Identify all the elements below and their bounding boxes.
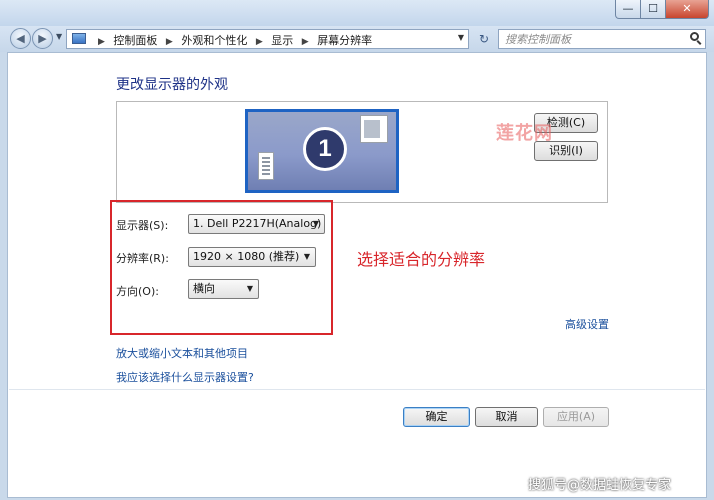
apply-button[interactable]: 应用(A): [543, 407, 609, 427]
search-input[interactable]: [505, 32, 680, 46]
resolution-select[interactable]: 1920 × 1080 (推荐) ▼: [188, 247, 316, 267]
divider: [9, 389, 705, 390]
display-label: 显示器(S):: [116, 219, 169, 232]
chevron-down-icon: ▼: [303, 252, 310, 261]
address-bar[interactable]: ▶ 控制面板 ▶ 外观和个性化 ▶ 显示 ▶ 屏幕分辨率 ▼: [66, 29, 469, 49]
search-box: [498, 29, 706, 49]
breadcrumb-resolution[interactable]: 屏幕分辨率: [317, 34, 372, 47]
refresh-icon: ↻: [478, 32, 490, 46]
breadcrumb-control-panel[interactable]: 控制面板: [113, 34, 157, 47]
forward-arrow-icon: ▶: [38, 32, 47, 45]
forward-button[interactable]: ▶: [32, 28, 53, 49]
refresh-button[interactable]: ↻: [472, 30, 496, 48]
resolution-label: 分辨率(R):: [116, 252, 169, 265]
chevron-down-icon: ▼: [246, 284, 253, 293]
display-select[interactable]: 1. Dell P2217H(Analog) ▼: [188, 214, 325, 234]
monitor-number-badge: 1: [303, 127, 347, 171]
breadcrumb-appearance[interactable]: 外观和个性化: [181, 34, 247, 47]
back-arrow-icon: ◀: [16, 32, 25, 45]
breadcrumb-chevron-icon[interactable]: ▶: [166, 37, 173, 47]
control-panel-icon: [72, 33, 86, 44]
taskbar-preview-icon: [258, 152, 274, 180]
search-icon[interactable]: [690, 32, 699, 41]
breadcrumb-display[interactable]: 显示: [271, 34, 293, 47]
monitor-thumbnail[interactable]: 1: [245, 109, 399, 193]
address-toolbar: ◀ ▶ ▼ ▶ 控制面板 ▶ 外观和个性化 ▶ 显示 ▶ 屏幕分辨率 ▼ ↻: [0, 26, 714, 52]
page-title: 更改显示器的外观: [116, 77, 228, 93]
close-icon: ✕: [682, 2, 692, 15]
maximize-button[interactable]: ☐: [640, 0, 666, 19]
content-panel: 更改显示器的外观 1 检测(C) 识别(I) 莲花网 显示器(S): 1. De…: [7, 52, 707, 498]
recent-pages-chevron-icon[interactable]: ▼: [56, 32, 62, 41]
address-dropdown-icon[interactable]: ▼: [458, 33, 464, 42]
breadcrumb-chevron-icon[interactable]: ▶: [256, 37, 263, 47]
back-button[interactable]: ◀: [10, 28, 31, 49]
chevron-down-icon: ▼: [312, 219, 319, 228]
breadcrumb-chevron-icon[interactable]: ▶: [98, 37, 105, 47]
close-button[interactable]: ✕: [665, 0, 709, 19]
footer-watermark: 搜狐号@数据蛙恢复专家: [528, 478, 672, 493]
orientation-select-value: 横向: [193, 282, 215, 295]
advanced-settings-link[interactable]: 高级设置: [565, 316, 609, 332]
ok-button[interactable]: 确定: [403, 407, 470, 427]
display-settings-help-link[interactable]: 我应该选择什么显示器设置?: [116, 369, 254, 385]
minimize-button[interactable]: —: [615, 0, 641, 19]
cancel-button[interactable]: 取消: [475, 407, 538, 427]
display-select-value: 1. Dell P2217H(Analog): [193, 217, 322, 230]
breadcrumb-chevron-icon[interactable]: ▶: [302, 37, 309, 47]
maximize-icon: ☐: [648, 2, 658, 15]
minimize-icon: —: [622, 2, 634, 15]
window-preview-icon: [360, 115, 388, 143]
orientation-label: 方向(O):: [116, 285, 159, 298]
text-size-link[interactable]: 放大或缩小文本和其他项目: [116, 345, 248, 361]
breadcrumb: ▶ 控制面板 ▶ 外观和个性化 ▶ 显示 ▶ 屏幕分辨率: [93, 32, 372, 48]
annotation-text: 选择适合的分辨率: [357, 250, 486, 269]
orientation-select[interactable]: 横向 ▼: [188, 279, 259, 299]
title-bar: — ☐ ✕: [0, 0, 714, 26]
resolution-select-value: 1920 × 1080 (推荐): [193, 250, 300, 263]
watermark-logo: 莲花网: [496, 123, 553, 144]
